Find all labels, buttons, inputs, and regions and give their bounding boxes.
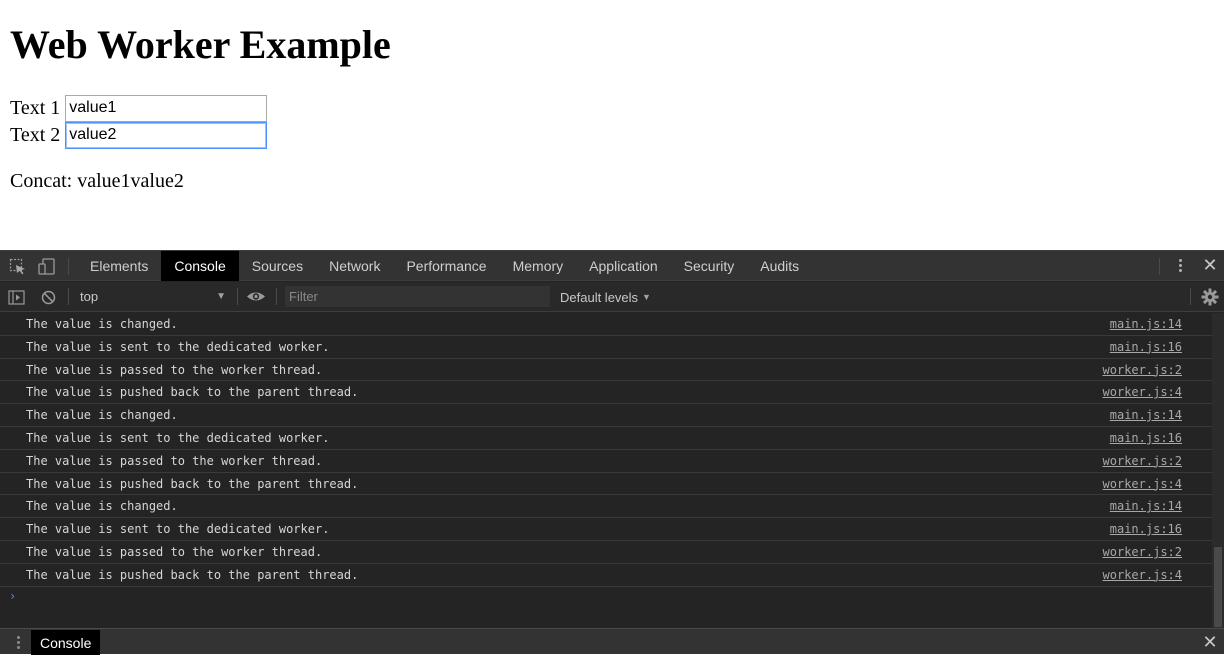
console-message-row: The value is pushed back to the parent t… bbox=[0, 473, 1212, 496]
drawer-close-icon[interactable]: ✕ bbox=[1200, 632, 1220, 652]
scrollbar-thumb[interactable] bbox=[1214, 547, 1222, 627]
log-list: The value is changed. main.js:14 The value… bbox=[0, 313, 1212, 587]
log-levels-label: Default levels bbox=[560, 290, 639, 305]
text1-input[interactable] bbox=[65, 94, 268, 122]
drawer-tabbar: Console ✕ bbox=[0, 628, 1224, 655]
source-link[interactable]: main.js:16 bbox=[1110, 431, 1182, 445]
console-toolbar: top ▼ Default levels▼ bbox=[0, 282, 1224, 312]
page-content: Web Worker Example Text 1 Text 2 Concat:… bbox=[0, 0, 1224, 250]
source-link[interactable]: worker.js:4 bbox=[1103, 477, 1182, 491]
console-messages: The value is changed. main.js:14 The value… bbox=[0, 313, 1212, 628]
console-message-text: The value is changed. bbox=[26, 317, 178, 331]
console-scrollbar[interactable] bbox=[1212, 313, 1224, 628]
kebab-menu-icon[interactable] bbox=[1173, 257, 1187, 275]
tab-memory[interactable]: Memory bbox=[500, 251, 577, 281]
source-link[interactable]: main.js:16 bbox=[1110, 340, 1182, 354]
page-title: Web Worker Example bbox=[10, 22, 391, 67]
console-message-text: The value is passed to the worker thread… bbox=[26, 362, 323, 377]
console-message-text: The value is pushed back to the parent t… bbox=[26, 567, 359, 582]
tab-elements[interactable]: Elements bbox=[77, 251, 161, 281]
console-message-text: The value is changed. bbox=[26, 499, 178, 514]
console-message-row: The value is passed to the worker thread… bbox=[0, 541, 1212, 564]
source-link[interactable]: worker.js:4 bbox=[1103, 568, 1182, 582]
source-link[interactable]: worker.js:2 bbox=[1103, 454, 1182, 468]
text1-label: Text 1 bbox=[10, 96, 61, 119]
source-link[interactable]: worker.js:2 bbox=[1103, 545, 1182, 559]
console-message-row: The value is changed. main.js:14 bbox=[0, 313, 1212, 336]
console-message-text: The value is sent to the dedicated worke… bbox=[26, 339, 330, 354]
console-message-row: The value is sent to the dedicated worke… bbox=[0, 336, 1212, 359]
text2-label: Text 2 bbox=[10, 123, 61, 146]
console-message-text: The value is changed. bbox=[26, 408, 178, 423]
device-toolbar-icon[interactable] bbox=[38, 258, 56, 275]
tab-network[interactable]: Network bbox=[316, 251, 393, 281]
log-levels-dropdown[interactable]: Default levels ▼ bbox=[560, 286, 651, 308]
drawer-menu-icon[interactable] bbox=[11, 634, 25, 652]
console-prompt-icon[interactable]: › bbox=[9, 589, 16, 603]
tab-security[interactable]: Security bbox=[671, 251, 748, 281]
tab-performance[interactable]: Performance bbox=[393, 251, 499, 281]
tab-sources[interactable]: Sources bbox=[239, 251, 316, 281]
caret-down-icon: ▼ bbox=[642, 292, 651, 302]
console-message-row: The value is changed. main.js:14 bbox=[0, 404, 1212, 427]
source-link[interactable]: worker.js:4 bbox=[1103, 385, 1182, 399]
show-sidebar-icon[interactable] bbox=[8, 289, 26, 306]
console-message-row: The value is sent to the dedicated worke… bbox=[0, 427, 1212, 450]
console-message-row: The value is pushed back to the parent t… bbox=[0, 564, 1212, 587]
chevron-down-icon: ▼ bbox=[216, 291, 226, 302]
devtools-panel: Elements Console Sources Network Perform… bbox=[0, 250, 1224, 655]
gear-icon[interactable] bbox=[1201, 288, 1219, 306]
console-message-text: The value is sent to the dedicated worke… bbox=[26, 430, 330, 445]
console-message-row: The value is passed to the worker thread… bbox=[0, 450, 1212, 473]
clear-console-icon[interactable] bbox=[40, 289, 58, 306]
text2-input[interactable] bbox=[65, 121, 268, 149]
source-link[interactable]: main.js:14 bbox=[1110, 317, 1182, 331]
console-message-text: The value is passed to the worker thread… bbox=[26, 453, 323, 468]
console-message-text: The value is passed to the worker thread… bbox=[26, 544, 323, 559]
console-message-row: The value is changed. main.js:14 bbox=[0, 495, 1212, 519]
text2-row: Text 2 bbox=[10, 121, 268, 149]
source-link[interactable]: main.js:14 bbox=[1110, 499, 1182, 513]
console-message-text: The value is pushed back to the parent t… bbox=[26, 476, 359, 491]
close-icon[interactable]: ✕ bbox=[1200, 255, 1220, 275]
inspect-element-icon[interactable] bbox=[9, 258, 27, 275]
filter-input[interactable] bbox=[285, 286, 550, 307]
console-message-text: The value is pushed back to the parent t… bbox=[26, 385, 359, 400]
console-message-text: The value is sent to the dedicated worke… bbox=[26, 522, 330, 537]
tab-application[interactable]: Application bbox=[576, 251, 671, 281]
console-message-row: The value is pushed back to the parent t… bbox=[0, 381, 1212, 405]
source-link[interactable]: main.js:14 bbox=[1110, 408, 1182, 422]
tab-console[interactable]: Console bbox=[161, 251, 239, 281]
console-message-row: The value is sent to the dedicated worke… bbox=[0, 518, 1212, 541]
text1-row: Text 1 bbox=[10, 94, 268, 122]
source-link[interactable]: main.js:16 bbox=[1110, 522, 1182, 536]
live-expression-icon[interactable] bbox=[246, 288, 265, 305]
console-message-row: The value is passed to the worker thread… bbox=[0, 359, 1212, 382]
concat-output: Concat: value1value2 bbox=[10, 170, 184, 192]
devtools-tabs: Elements Console Sources Network Perform… bbox=[77, 251, 812, 281]
drawer-tab-console[interactable]: Console bbox=[31, 630, 101, 655]
context-selector-value: top bbox=[80, 289, 99, 304]
context-selector[interactable]: top ▼ bbox=[72, 286, 232, 308]
tab-audits[interactable]: Audits bbox=[747, 251, 812, 281]
devtools-tabbar: Elements Console Sources Network Perform… bbox=[0, 251, 1224, 281]
source-link[interactable]: worker.js:2 bbox=[1103, 363, 1182, 377]
